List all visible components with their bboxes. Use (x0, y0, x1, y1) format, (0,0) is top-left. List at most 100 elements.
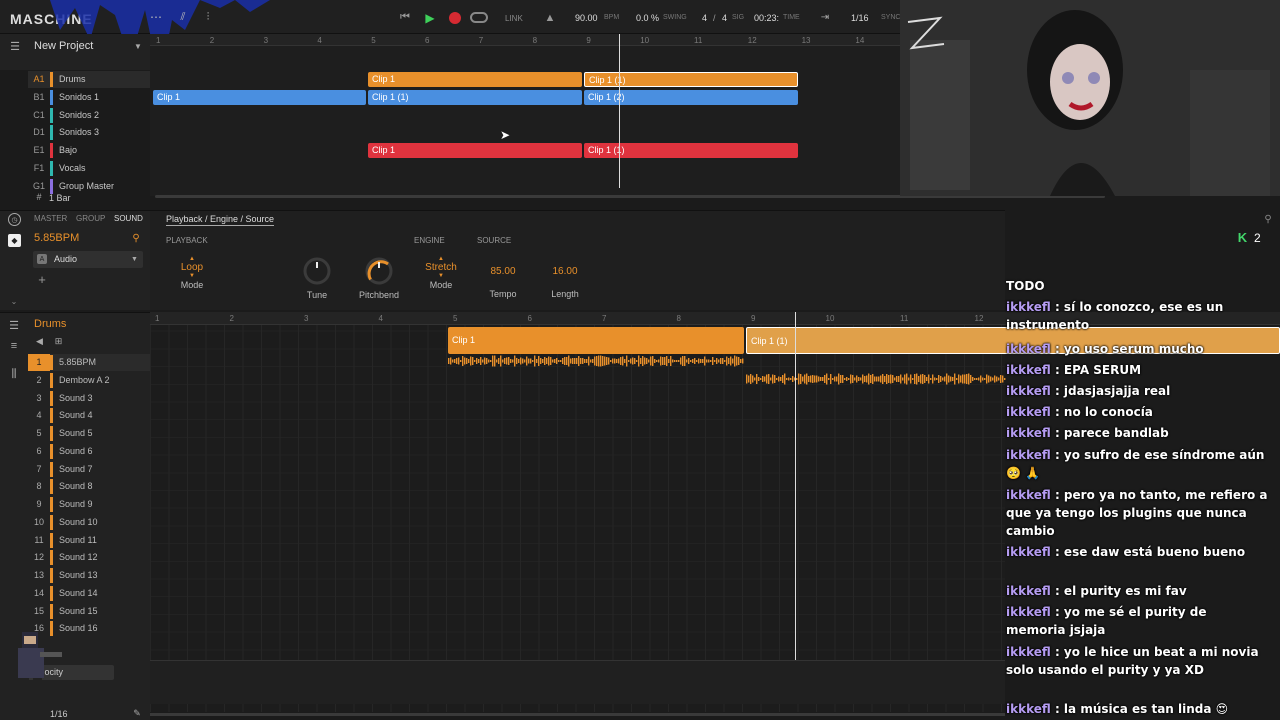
waveform-bar (590, 359, 592, 363)
clip-b1-1[interactable]: Clip 1 (153, 90, 366, 105)
tab-master[interactable]: MASTER (34, 214, 67, 223)
tune-param[interactable]: Tune (295, 256, 339, 300)
chevron-down-icon[interactable]: ▼ (133, 41, 143, 51)
clip-b1-3[interactable]: Clip 1 (2) (584, 90, 798, 105)
plugin-selector[interactable]: A Audio ▼ (33, 251, 143, 268)
search-icon[interactable]: ⚲ (130, 232, 142, 244)
sound-slot[interactable]: 15 Sound 15 (28, 603, 150, 620)
search-icon[interactable]: ⚲ (1262, 213, 1274, 225)
collapse-chevron-icon[interactable]: ⌄ (8, 296, 20, 306)
tab-group[interactable]: GROUP (76, 214, 105, 223)
clip-a1-1[interactable]: Clip 1 (368, 72, 582, 87)
list-icon[interactable]: ≡ (8, 340, 20, 352)
sound-slot[interactable]: 1 5.85BPM (28, 354, 150, 371)
tune-knob[interactable] (302, 256, 332, 286)
add-plugin-icon[interactable]: + (36, 272, 48, 287)
sound-slot[interactable]: 8 Sound 8 (28, 478, 150, 495)
track-id: F1 (33, 163, 45, 173)
play-icon[interactable]: ▶ (423, 11, 437, 25)
record-icon[interactable] (449, 12, 461, 24)
zoom-value[interactable]: 1 Bar (49, 193, 71, 203)
clip-e1-2[interactable]: Clip 1 (1) (584, 143, 798, 158)
waveform-bar (702, 359, 704, 363)
length-param[interactable]: 16.00 Length (543, 256, 587, 299)
engine-mode-param[interactable]: ▲ Stretch ▼ Mode (419, 256, 463, 290)
waveform-bar (944, 376, 946, 382)
waveform-icon[interactable]: ⫼ (7, 368, 21, 380)
track-row[interactable]: F1 Vocals (28, 160, 150, 177)
pitchbend-param[interactable]: Pitchbend (357, 256, 401, 300)
grid-icon[interactable]: ⊞ (53, 336, 64, 347)
sound-slot[interactable]: 4 Sound 4 (28, 407, 150, 424)
clip-e1-1[interactable]: Clip 1 (368, 143, 582, 158)
clip-b1-2[interactable]: Clip 1 (1) (368, 90, 582, 105)
waveform-bar (510, 359, 512, 363)
sound-slot[interactable]: 2 Dembow A 2 (28, 372, 150, 389)
grid-value[interactable]: 1/16 (851, 13, 869, 23)
waveform-bar (582, 358, 584, 364)
waveform-bar (700, 359, 702, 363)
waveform-bar (626, 355, 628, 367)
sound-slot[interactable]: 6 Sound 6 (28, 443, 150, 460)
tempo-value[interactable]: 90.00 (575, 13, 598, 23)
sound-slot[interactable]: 14 Sound 14 (28, 585, 150, 602)
link-button[interactable]: LINK (505, 14, 523, 23)
waveform-bar (752, 375, 754, 383)
sync-label[interactable]: SYNC (881, 14, 900, 21)
waveform-bar (960, 375, 962, 383)
swing-value[interactable]: 0.0 % (636, 13, 659, 23)
track-id: E1 (33, 145, 45, 156)
speaker-icon[interactable]: ◀ (34, 336, 45, 347)
track-row[interactable]: A1 Drums (28, 71, 150, 88)
follow-icon[interactable]: ⇥ (817, 11, 833, 23)
track-row[interactable]: C1 Sonidos 2 (28, 107, 150, 124)
loop-icon[interactable] (470, 12, 488, 23)
sound-slot[interactable]: 7 Sound 7 (28, 461, 150, 478)
arranger-ruler-tick: 12 (747, 36, 757, 45)
sound-slot[interactable]: 5 Sound 5 (28, 425, 150, 442)
project-name[interactable]: New Project (34, 40, 93, 52)
sliders-icon[interactable]: ☰ (9, 40, 21, 53)
playback-mode-param[interactable]: ▲ Loop ▼ Mode (170, 256, 214, 290)
waveform-bar (826, 373, 828, 385)
waveform-bar (892, 375, 894, 383)
metronome-icon[interactable]: ▲ (544, 11, 556, 24)
track-row[interactable]: G1 Group Master (28, 178, 150, 195)
sliders-icon[interactable]: ☰ (8, 319, 20, 332)
waveform-bar (758, 377, 760, 381)
signature-denominator[interactable]: 4 (722, 13, 727, 23)
pencil-icon[interactable]: ✎ (132, 708, 142, 718)
track-row[interactable]: E1 Bajo (28, 142, 150, 159)
sound-slot[interactable]: 9 Sound 9 (28, 496, 150, 513)
sound-slot[interactable]: 3 Sound 3 (28, 390, 150, 407)
bottom-scrollbar[interactable] (150, 713, 1005, 716)
sound-slot[interactable]: 12 Sound 12 (28, 549, 150, 566)
pattern-ruler-tick: 7 (602, 314, 607, 323)
clip-a1-2[interactable]: Clip 1 (1) (584, 72, 798, 87)
sound-slot[interactable]: 11 Sound 11 (28, 532, 150, 549)
clock-icon[interactable]: ◷ (8, 213, 21, 226)
waveform-bar (966, 374, 968, 384)
breadcrumb[interactable]: Playback / Engine / Source (166, 214, 275, 226)
arranger-ruler-tick: 8 (532, 36, 538, 45)
track-row[interactable]: B1 Sonidos 1 (28, 89, 150, 106)
mixer-icon[interactable]: ⫶ (200, 10, 216, 24)
waveform-bar (746, 374, 748, 384)
plugin-icon[interactable]: ◆ (8, 234, 21, 247)
tab-sound[interactable]: SOUND (114, 214, 143, 223)
zoom-icon[interactable]: # (34, 192, 44, 202)
track-row[interactable]: D1 Sonidos 3 (28, 124, 150, 141)
sound-number: 13 (33, 570, 44, 580)
skip-back-icon[interactable]: ⏮ (398, 11, 412, 24)
signature-numerator[interactable]: 4 (702, 13, 707, 23)
waveform-bar (712, 357, 714, 365)
sound-slot[interactable]: 13 Sound 13 (28, 567, 150, 584)
tempo-param[interactable]: 85.00 Tempo (481, 256, 525, 299)
browser-icon[interactable]: ⫽ (175, 10, 191, 24)
waveform-bar (520, 357, 522, 365)
more-icon[interactable]: ⋯ (148, 10, 164, 24)
sound-slot[interactable]: 10 Sound 10 (28, 514, 150, 531)
pattern-clip-1[interactable]: Clip 1 (448, 327, 744, 354)
pitchbend-knob[interactable] (364, 256, 394, 286)
sound-bpm: 5.85BPM (34, 232, 80, 244)
